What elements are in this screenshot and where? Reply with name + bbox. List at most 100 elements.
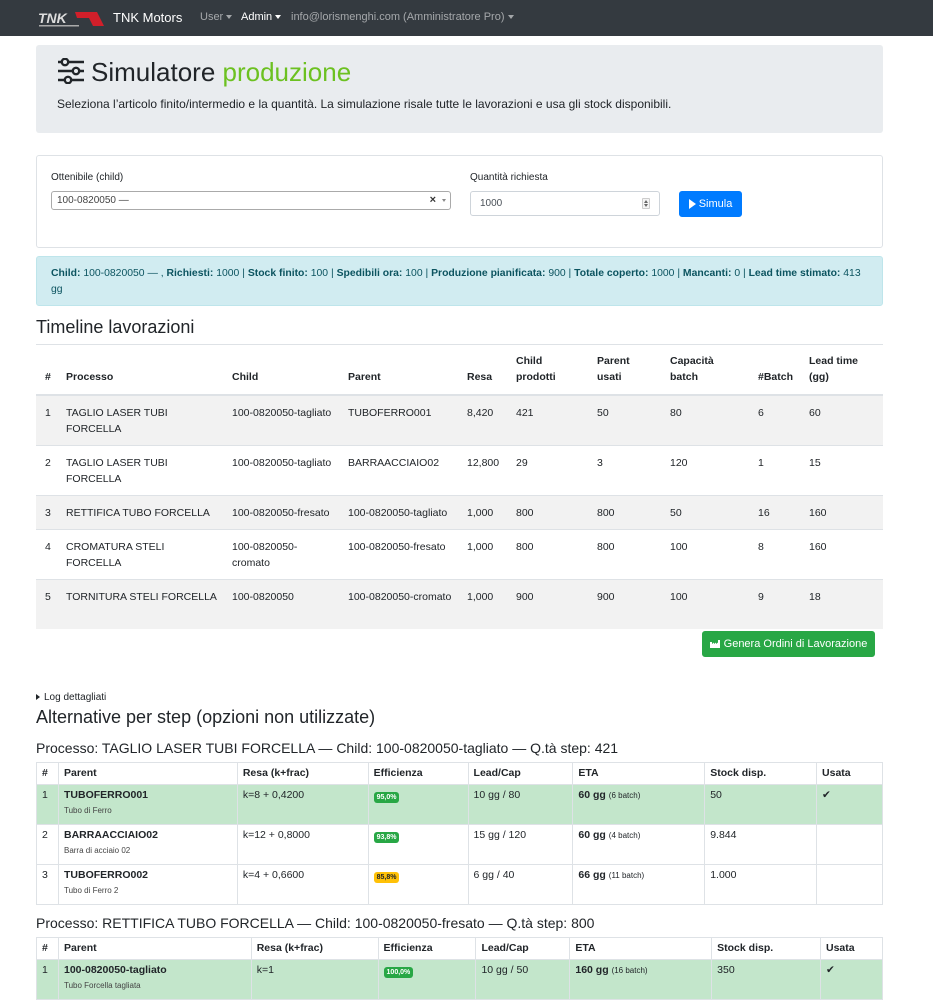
cell-parent: TUBOFERRO002 Tubo di Ferro 2 [57, 864, 238, 905]
parent-code: TUBOFERRO001 [63, 789, 148, 801]
table-row: 1 TUBOFERRO001 Tubo di Ferro k=8 + 0,4200… [36, 784, 883, 825]
cell-lead: 160 [800, 529, 883, 580]
table-row: 3 TUBOFERRO002 Tubo di Ferro 2 k=4 + 0,66… [36, 864, 883, 905]
efficiency-badge: 85,8% [373, 872, 400, 883]
table-header-row: # Parent Resa (k+frac) Efficienza Lead/C… [36, 937, 883, 960]
cell-eta: 60 gg (6 batch) [572, 784, 706, 825]
simulate-button[interactable]: Simula [679, 191, 742, 217]
col-header: Stock disp. [711, 937, 821, 960]
cell-capacita: 80 [661, 394, 749, 446]
eta-batch: (6 batch) [608, 791, 641, 800]
table-row: 4 CROMATURA STELI FORCELLA 100-0820050-c… [36, 529, 883, 580]
col-header: Parent [57, 937, 252, 960]
cell-resa: 1,000 [458, 529, 507, 580]
cell-stock: 50 [704, 784, 818, 825]
nav-menu-admin-label: Admin [241, 11, 273, 23]
cell-parent-usati: 800 [588, 529, 661, 580]
cell-processo: TAGLIO LASER TUBI FORCELLA [57, 445, 223, 496]
cell-leadcap: 10 gg / 80 [467, 784, 574, 825]
cell-child-prodotti: 800 [507, 495, 588, 530]
col-header: Efficienza [377, 937, 477, 960]
cell-processo: RETTIFICA TUBO FORCELLA [57, 495, 223, 530]
table-header-row: # Processo Child Parent Resa Child prodo… [36, 345, 883, 396]
cell-leadcap: 6 gg / 40 [467, 864, 574, 905]
cell-batch: 6 [749, 394, 800, 446]
cell-child-prodotti: 900 [507, 579, 588, 629]
clear-icon[interactable]: × [430, 194, 436, 206]
parent-code: TUBOFERRO002 [63, 869, 148, 881]
alternatives-table: # Parent Resa (k+frac) Efficienza Lead/C… [36, 762, 883, 905]
nav-menu-user-label: User [200, 11, 224, 23]
chevron-down-icon[interactable] [442, 199, 446, 202]
cell-stock: 1.000 [704, 864, 818, 905]
nav-menu-user[interactable]: User [200, 11, 233, 23]
cell-child-prodotti: 29 [507, 445, 588, 496]
col-header: Resa [458, 345, 507, 396]
tnk-logo[interactable]: TNK [37, 9, 105, 28]
summary-alert: Child: 100-0820050 — , Richiesti: 1000 |… [36, 256, 883, 306]
cell-eta: 160 gg (16 batch) [569, 959, 713, 1000]
nav-menu-account[interactable]: info@lorismenghi.com (Amministratore Pro… [291, 11, 514, 23]
cell-efficienza: 93,8% [367, 824, 469, 865]
cell-batch: 1 [749, 445, 800, 496]
cell-child: 100-0820050-fresato [223, 495, 339, 530]
alternatives-group-heading: Processo: RETTIFICA TUBO FORCELLA — Chil… [36, 915, 595, 931]
child-select-value: 100-0820050 — [57, 195, 129, 206]
cell-parent: 100-0820050-tagliato Tubo Forcella taglia… [57, 959, 252, 1000]
summary-key: Produzione pianificata: [431, 268, 546, 279]
nav-menu-account-label: info@lorismenghi.com (Amministratore Pro… [291, 11, 505, 23]
cell-resa: k=8 + 0,4200 [236, 784, 369, 825]
parent-code: BARRAACCIAIO02 [63, 829, 158, 841]
col-header: # [36, 937, 59, 960]
cell-child-prodotti: 800 [507, 529, 588, 580]
cell-child: 100-0820050 [223, 579, 339, 629]
cell-resa: 8,420 [458, 394, 507, 446]
detailed-log-toggle[interactable]: Log dettagliati [36, 692, 106, 703]
col-header: ETA [572, 762, 706, 785]
timeline-title: Timeline lavorazioni [36, 317, 195, 337]
eta-value: 160 gg [575, 964, 609, 976]
col-header: Lead time (gg) [800, 345, 883, 396]
summary-value: 100-0820050 — [83, 268, 158, 279]
cell-resa: k=1 [250, 959, 379, 1000]
col-header: Parent usati [588, 345, 661, 396]
cell-n: 2 [36, 445, 57, 496]
quantity-input[interactable]: 1000 [470, 191, 660, 216]
cell-n: 3 [36, 864, 59, 905]
table-row: 2 BARRAACCIAIO02 Barra di acciaio 02 k=12… [36, 824, 883, 865]
industry-icon [709, 640, 720, 648]
qty-label: Quantità richiesta [470, 172, 548, 183]
col-header: Efficienza [367, 762, 469, 785]
cell-leadcap: 15 gg / 120 [467, 824, 574, 865]
cell-usata [816, 864, 883, 905]
cell-child: 100-0820050-tagliato [223, 394, 339, 446]
summary-value: 1000 [651, 268, 675, 279]
summary-value: 900 [548, 268, 566, 279]
chevron-down-icon [507, 15, 514, 20]
alternatives-title: Alternative per step (opzioni non utiliz… [36, 707, 376, 727]
nav-menu-admin[interactable]: Admin [241, 11, 282, 23]
cell-parent-usati: 900 [588, 579, 661, 629]
cell-parent-usati: 50 [588, 394, 661, 446]
simulate-button-label: Simula [698, 198, 733, 210]
summary-key: Spedibili ora: [336, 268, 403, 279]
summary-value: 100 [405, 268, 423, 279]
col-header: # [36, 762, 59, 785]
cell-resa: 1,000 [458, 579, 507, 629]
quantity-input-value: 1000 [480, 198, 503, 209]
col-header: Parent [339, 345, 458, 396]
summary-key: Stock finito: [247, 268, 308, 279]
cell-parent: 100-0820050-fresato [339, 529, 458, 580]
brand-name[interactable]: TNK Motors [113, 10, 182, 25]
caret-right-icon [36, 694, 40, 701]
generate-orders-button[interactable]: Genera Ordini di Lavorazione [702, 631, 875, 657]
cell-parent: TUBOFERRO001 [339, 394, 458, 446]
cell-efficienza: 95,0% [367, 784, 469, 825]
cell-lead: 160 [800, 495, 883, 530]
cell-parent: 100-0820050-tagliato [339, 495, 458, 530]
cell-child: 100-0820050-cromato [223, 529, 339, 580]
cell-processo: TORNITURA STELI FORCELLA [57, 579, 223, 629]
child-select[interactable]: 100-0820050 — × [51, 191, 451, 210]
spinner-icon[interactable] [642, 198, 650, 209]
table-row: 3 RETTIFICA TUBO FORCELLA 100-0820050-fr… [36, 495, 883, 530]
